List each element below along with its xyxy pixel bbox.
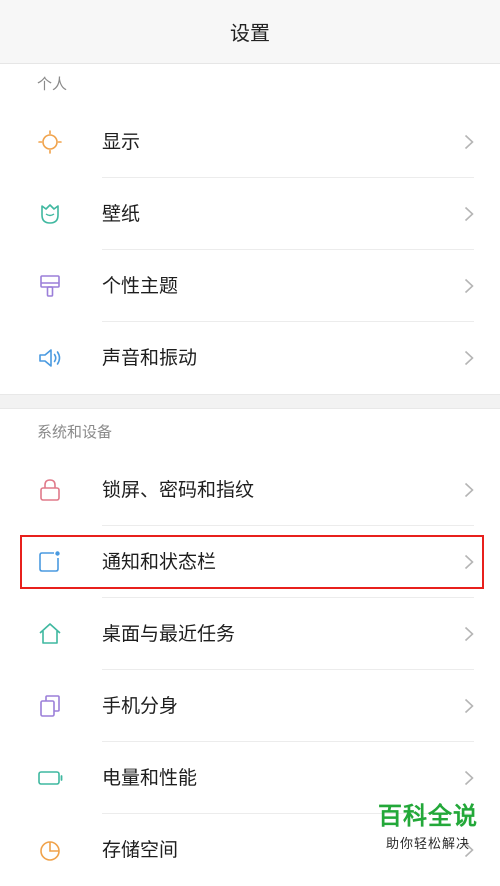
settings-item-label: 桌面与最近任务: [102, 623, 236, 645]
chevron-right-icon: [464, 134, 474, 150]
title-bar: 设置: [0, 0, 500, 64]
chevron-right-icon: [464, 698, 474, 714]
lock-icon: [40, 479, 60, 501]
storage-icon: [40, 841, 60, 861]
settings-item-dual-apps[interactable]: 手机分身: [0, 670, 500, 742]
settings-item-home[interactable]: 桌面与最近任务: [0, 598, 500, 670]
watermark: 百科全说 助你轻松解决: [370, 796, 486, 852]
settings-item-label: 壁纸: [102, 203, 141, 225]
chevron-right-icon: [464, 626, 474, 642]
chevron-right-icon: [464, 350, 474, 366]
chevron-right-icon: [464, 554, 474, 570]
settings-item-sound[interactable]: 声音和振动: [0, 322, 500, 394]
settings-item-label: 存储空间: [102, 839, 179, 861]
dual-app-icon: [40, 695, 60, 717]
sun-icon: [38, 130, 62, 154]
section-separator: [0, 394, 500, 409]
watermark-title: 百科全说: [378, 802, 478, 830]
speaker-icon: [39, 349, 61, 367]
settings-item-label: 通知和状态栏: [102, 551, 217, 573]
battery-icon: [38, 771, 63, 785]
settings-item-theme[interactable]: 个性主题: [0, 250, 500, 322]
page-title: 设置: [230, 21, 270, 45]
settings-item-label: 显示: [102, 131, 141, 153]
brush-icon: [40, 275, 60, 297]
settings-item-label: 电量和性能: [102, 767, 198, 789]
section-header-system: 系统和设备: [37, 423, 113, 441]
chevron-right-icon: [464, 278, 474, 294]
settings-item-wallpaper[interactable]: 壁纸: [0, 178, 500, 250]
home-icon: [39, 623, 61, 644]
settings-item-label: 锁屏、密码和指纹: [102, 479, 255, 501]
chevron-right-icon: [464, 482, 474, 498]
watermark-subtitle: 助你轻松解决: [385, 837, 470, 852]
chevron-right-icon: [464, 770, 474, 786]
settings-item-label: 个性主题: [102, 275, 179, 297]
settings-item-label: 声音和振动: [102, 347, 198, 369]
chevron-right-icon: [464, 206, 474, 222]
notification-icon: [39, 551, 60, 572]
section-header-personal: 个人: [37, 75, 68, 93]
settings-item-display[interactable]: 显示: [0, 106, 500, 178]
settings-item-notifications[interactable]: 通知和状态栏: [0, 526, 500, 598]
settings-item-label: 手机分身: [102, 695, 179, 717]
tulip-icon: [41, 204, 59, 224]
settings-item-lockscreen[interactable]: 锁屏、密码和指纹: [0, 454, 500, 526]
